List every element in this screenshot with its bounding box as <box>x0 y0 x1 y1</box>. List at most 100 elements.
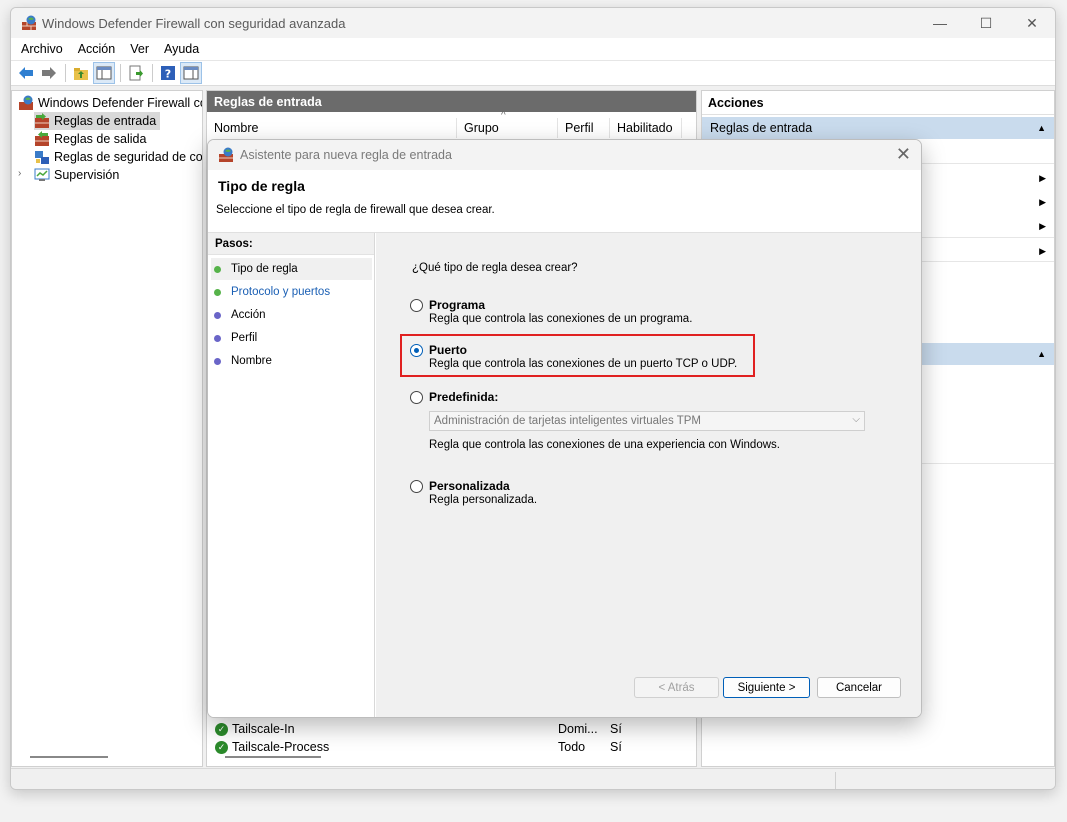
menu-ver[interactable]: Ver <box>130 42 149 56</box>
rule-type-question: ¿Qué tipo de regla desea crear? <box>412 262 578 274</box>
console-tree: Windows Defender Firewall con Reglas de … <box>11 90 203 767</box>
console-tree-icon <box>96 66 112 80</box>
radio-custom[interactable] <box>410 480 423 493</box>
rule-enabled: Sí <box>610 740 622 754</box>
up-folder-button[interactable] <box>70 62 92 84</box>
outbound-rules-icon <box>35 131 49 146</box>
tree-item-monitoring[interactable]: Supervisión <box>34 166 119 184</box>
status-bar <box>11 768 1055 789</box>
help-icon: ? <box>161 66 175 81</box>
submenu-arrow-icon[interactable]: ▶ <box>1039 197 1046 208</box>
chevron-right-icon[interactable]: › <box>18 168 21 179</box>
folder-up-icon <box>74 68 88 80</box>
menu-accion[interactable]: Acción <box>78 42 116 56</box>
step-rule-type: Tipo de regla <box>211 258 372 280</box>
radio-program[interactable] <box>410 299 423 312</box>
list-scrollbar[interactable] <box>225 756 321 758</box>
step-status-icon <box>214 357 221 365</box>
minimize-button[interactable]: — <box>917 8 963 38</box>
pane-title: Reglas de entrada <box>207 91 696 112</box>
chevron-down-icon: ⌵ <box>852 414 860 425</box>
radio-predefined[interactable] <box>410 391 423 404</box>
actions-section-inbound[interactable]: Reglas de entrada ▲ <box>702 117 1054 139</box>
wizard-steps: Pasos: Tipo de regla Protocolo y puertos… <box>208 233 375 717</box>
toolbar-separator <box>152 64 153 82</box>
tree-item-label: Supervisión <box>54 168 120 182</box>
toolbar-separator <box>120 64 121 82</box>
close-button[interactable]: ✕ <box>1009 8 1055 38</box>
column-headers: Nombre ^ Grupo Perfil Habilitado <box>207 110 696 138</box>
arrow-right-icon <box>42 67 56 79</box>
submenu-arrow-icon[interactable]: ▶ <box>1039 221 1046 232</box>
back-button[interactable]: < Atrás <box>634 677 719 698</box>
actions-section-label: Reglas de entrada <box>710 121 813 135</box>
rule-name: Tailscale-In <box>232 722 295 736</box>
submenu-arrow-icon[interactable]: ▶ <box>1039 173 1046 184</box>
rule-name: Tailscale-Process <box>232 740 330 754</box>
collapse-icon[interactable]: ▲ <box>1037 349 1046 359</box>
enabled-check-icon: ✓ <box>215 740 228 754</box>
new-inbound-rule-wizard: Asistente para nueva regla de entrada ✕ … <box>207 139 922 718</box>
show-action-pane-button[interactable] <box>180 62 202 84</box>
wizard-content: ¿Qué tipo de regla desea crear? Programa… <box>376 233 921 717</box>
radio-port[interactable] <box>410 344 423 357</box>
option-title: Puerto <box>429 343 468 357</box>
back-button[interactable] <box>15 62 37 84</box>
option-title: Predefinida: <box>429 390 499 404</box>
predefined-rule-select[interactable]: Administración de tarjetas inteligentes … <box>429 411 865 431</box>
tree-item-outbound-rules[interactable]: Reglas de salida <box>34 130 146 148</box>
tree-item-connection-security[interactable]: Reglas de seguridad de con <box>34 148 202 166</box>
submenu-arrow-icon[interactable]: ▶ <box>1039 246 1046 257</box>
firewall-icon <box>219 147 233 162</box>
option-description: Regla personalizada. <box>429 494 538 506</box>
close-icon[interactable]: ✕ <box>896 144 911 165</box>
step-status-icon <box>214 265 221 273</box>
forward-button[interactable] <box>38 62 60 84</box>
column-header-enabled[interactable]: Habilitado <box>610 118 682 138</box>
window-title: Windows Defender Firewall con seguridad … <box>42 16 346 31</box>
dialog-title-bar: Asistente para nueva regla de entrada ✕ <box>208 140 921 170</box>
tree-root[interactable]: Windows Defender Firewall con <box>18 94 202 112</box>
tree-scrollbar[interactable] <box>30 756 108 758</box>
next-button[interactable]: Siguiente > <box>723 677 810 698</box>
steps-label: Pasos: <box>208 233 374 255</box>
step-name: Nombre <box>211 350 372 372</box>
table-row[interactable]: ✓ Tailscale-In Domi... Sí <box>215 720 650 738</box>
sort-ascending-icon: ^ <box>501 110 506 121</box>
action-pane-icon <box>183 66 199 80</box>
dialog-subheading: Seleccione el tipo de regla de firewall … <box>216 204 495 216</box>
menu-ayuda[interactable]: Ayuda <box>164 42 199 56</box>
export-list-button[interactable] <box>125 62 147 84</box>
column-header-name[interactable]: Nombre <box>207 118 457 138</box>
toolbar-separator <box>65 64 66 82</box>
step-label: Nombre <box>231 355 272 367</box>
inbound-rules-icon <box>35 113 49 128</box>
tree-item-inbound-rules[interactable]: Reglas de entrada <box>34 112 161 130</box>
menu-archivo[interactable]: Archivo <box>21 42 63 56</box>
dialog-heading: Tipo de regla <box>218 178 305 194</box>
tree-item-label: Reglas de entrada <box>54 114 157 128</box>
step-label: Acción <box>231 309 266 321</box>
step-protocol-ports[interactable]: Protocolo y puertos <box>211 281 372 303</box>
rule-profile: Todo <box>558 740 586 754</box>
table-row[interactable]: ✓ Tailscale-Process Todo Sí <box>215 738 650 756</box>
collapse-icon[interactable]: ▲ <box>1037 123 1046 133</box>
column-header-group[interactable]: ^ Grupo <box>457 110 558 138</box>
step-status-icon <box>214 288 221 296</box>
menu-bar: Archivo Acción Ver Ayuda <box>11 38 1055 60</box>
column-header-label: Grupo <box>464 121 499 135</box>
maximize-button[interactable]: ☐ <box>963 8 1009 38</box>
dialog-header: Tipo de regla Seleccione el tipo de regl… <box>208 170 921 233</box>
svg-text:?: ? <box>165 68 171 81</box>
step-label: Protocolo y puertos <box>231 286 331 298</box>
rule-profile: Domi... <box>558 722 598 736</box>
actions-title: Acciones <box>702 91 1054 115</box>
show-tree-button[interactable] <box>93 62 115 84</box>
step-label: Perfil <box>231 332 258 344</box>
cancel-button[interactable]: Cancelar <box>817 677 901 698</box>
help-button[interactable]: ? <box>157 62 179 84</box>
toolbar: ? <box>11 60 1055 86</box>
step-label: Tipo de regla <box>231 263 298 275</box>
column-header-profile[interactable]: Perfil <box>558 118 610 138</box>
firewall-icon <box>19 95 33 110</box>
